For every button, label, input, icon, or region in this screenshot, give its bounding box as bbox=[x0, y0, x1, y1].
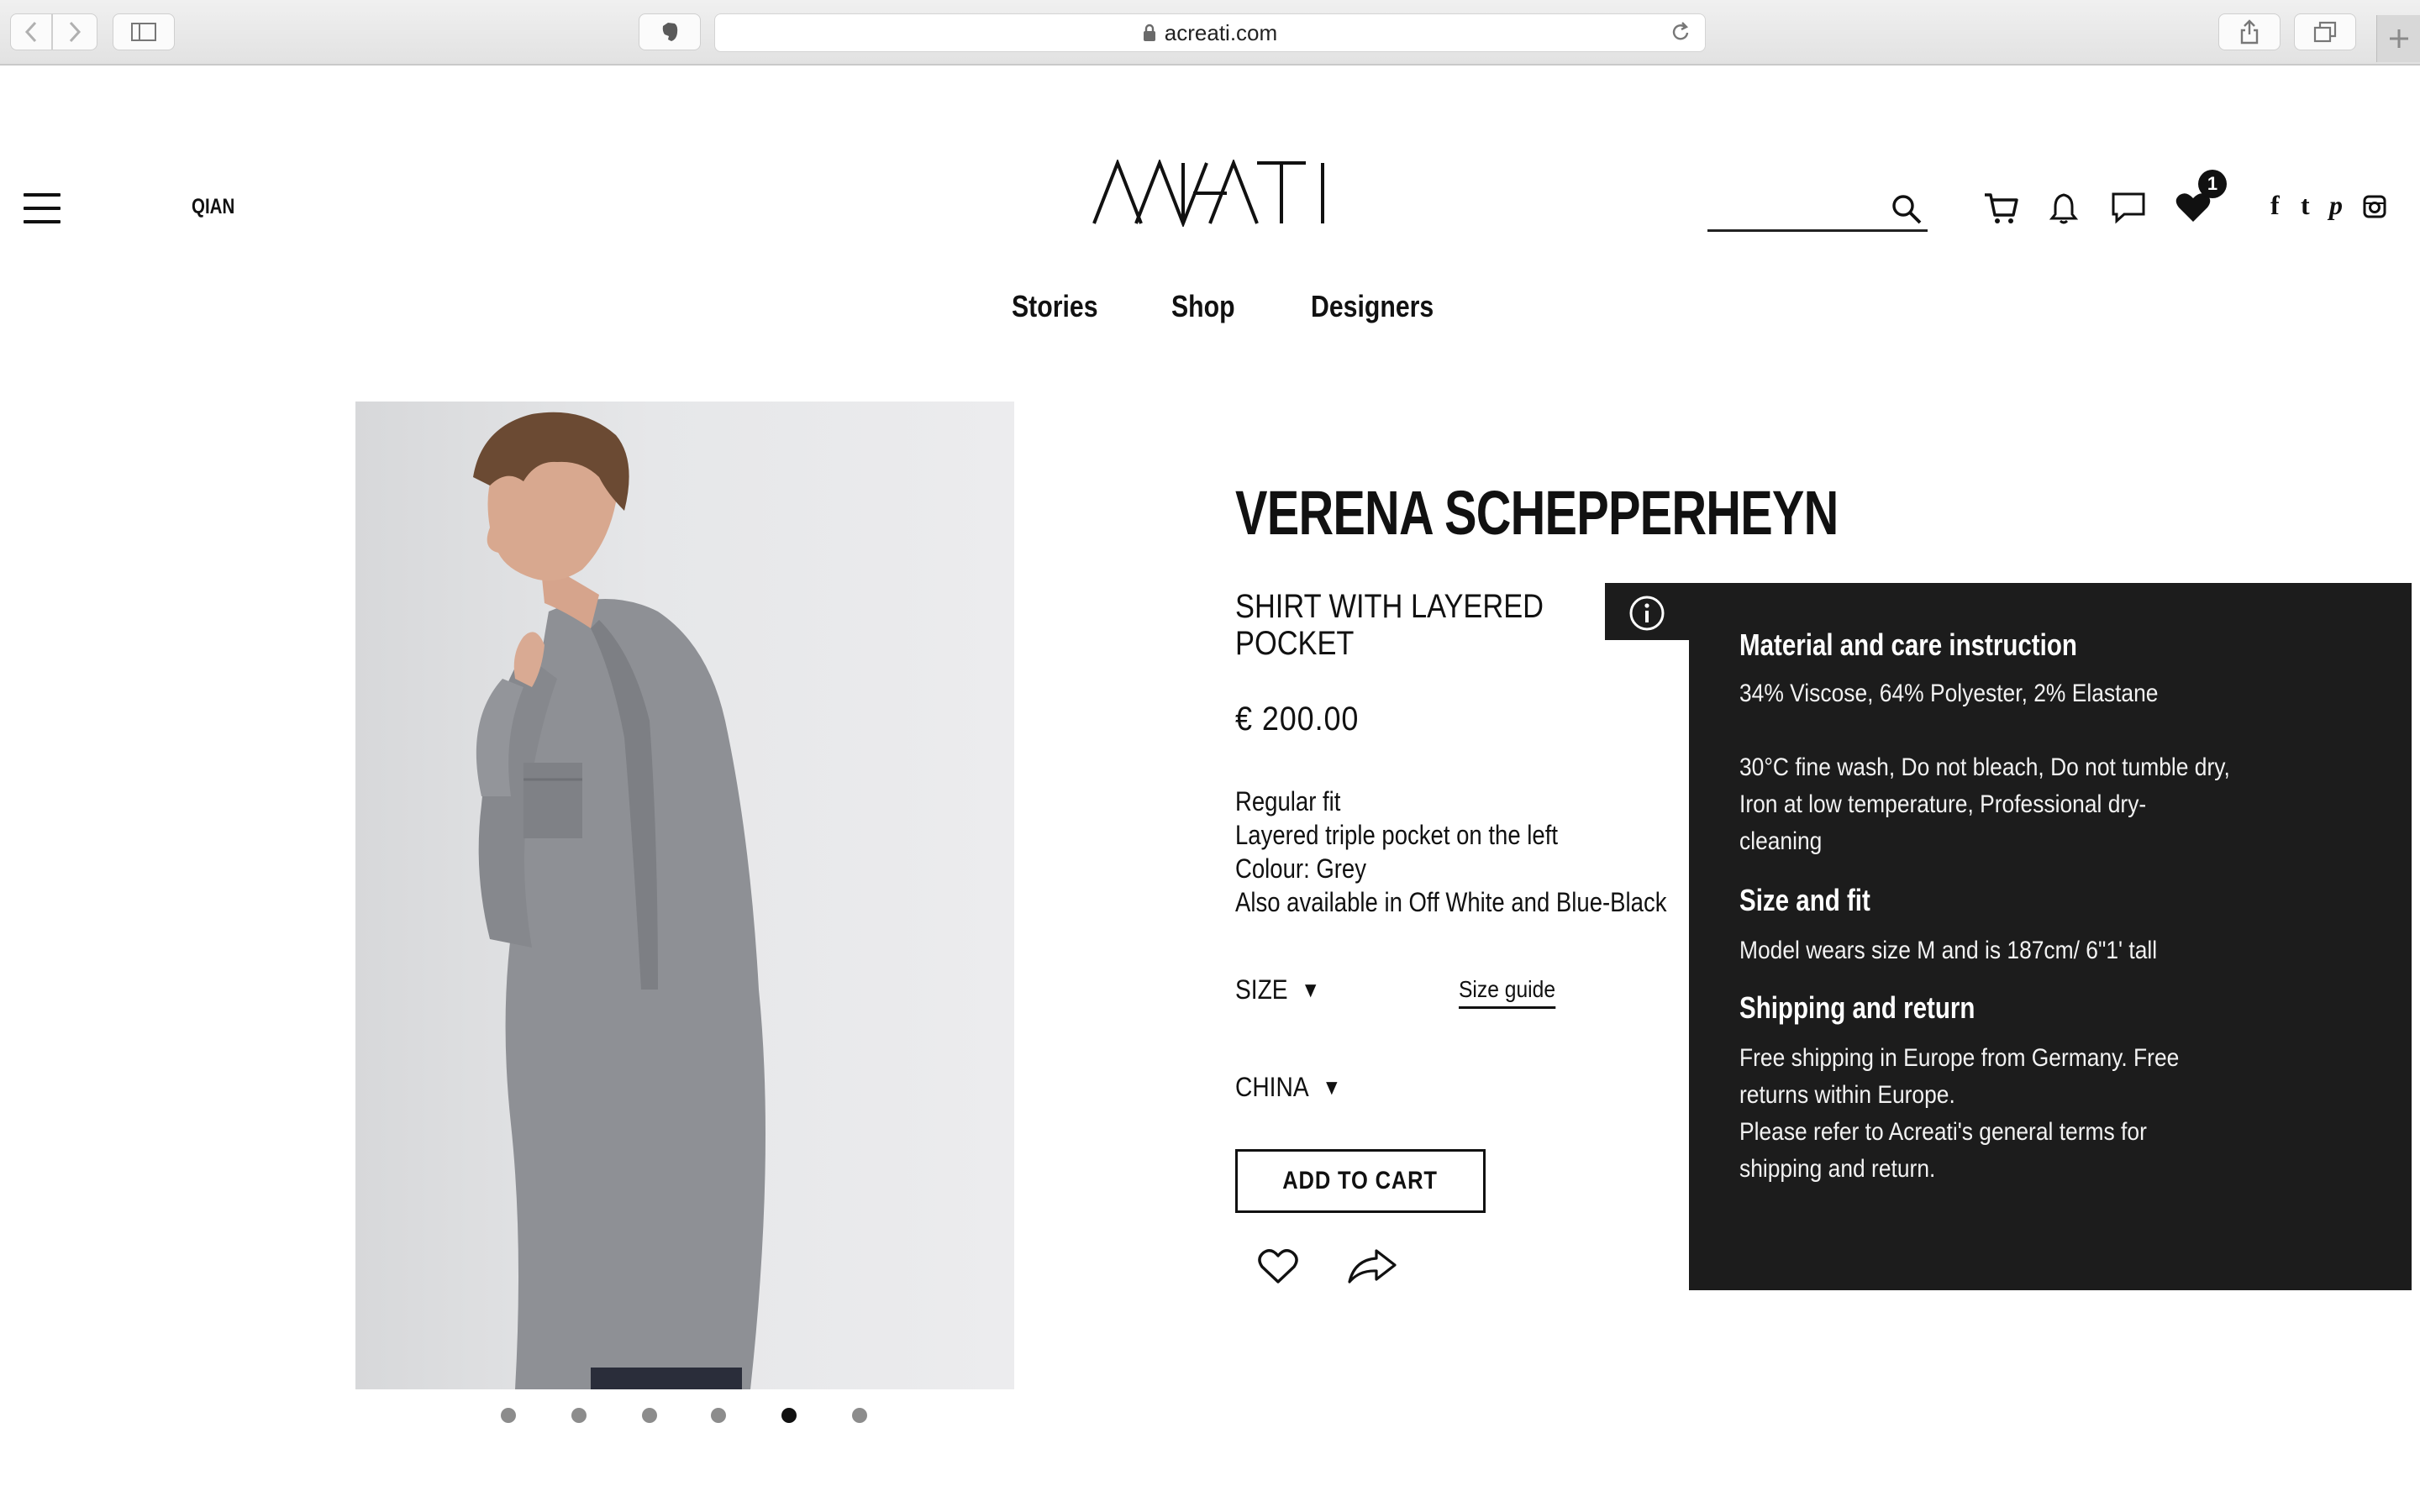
bell-icon[interactable] bbox=[2049, 192, 2079, 225]
material-care-heading: Material and care instruction bbox=[1739, 627, 2077, 662]
cart-icon[interactable] bbox=[1983, 192, 2020, 225]
tumblr-icon[interactable]: t bbox=[2301, 190, 2310, 221]
care-line: Iron at low temperature, Professional dr… bbox=[1739, 790, 2147, 818]
search-icon[interactable] bbox=[1891, 193, 1923, 225]
product-price: € 200.00 bbox=[1235, 701, 1360, 738]
chevron-left-icon bbox=[24, 21, 37, 43]
share-icon bbox=[2240, 19, 2259, 45]
info-icon bbox=[1629, 596, 1665, 631]
hamburger-line bbox=[24, 207, 60, 210]
add-to-cart-label: ADD TO CART bbox=[1282, 1167, 1439, 1194]
facebook-icon[interactable]: f bbox=[2270, 190, 2280, 221]
sidebar-icon bbox=[131, 23, 156, 41]
tabs-icon bbox=[2313, 21, 2337, 43]
search-input[interactable] bbox=[1707, 192, 1884, 225]
user-name-link[interactable]: QIAN bbox=[192, 195, 234, 219]
shipping-line: Please refer to Acreati's general terms … bbox=[1739, 1118, 2147, 1146]
lock-icon bbox=[1143, 24, 1155, 41]
shipping-line: Free shipping in Europe from Germany. Fr… bbox=[1739, 1044, 2180, 1072]
product-description: Regular fit Layered triple pocket on the… bbox=[1235, 785, 1667, 919]
search-box[interactable] bbox=[1707, 186, 1928, 232]
url-text: acreati.com bbox=[1164, 19, 1278, 45]
info-toggle-tab[interactable] bbox=[1605, 583, 1689, 640]
care-line: 30°C fine wash, Do not bleach, Do not tu… bbox=[1739, 753, 2230, 781]
add-to-cart-button[interactable]: ADD TO CART bbox=[1235, 1149, 1486, 1213]
gallery-dot[interactable] bbox=[501, 1408, 516, 1423]
hamburger-line bbox=[24, 193, 60, 197]
plus-icon bbox=[2389, 29, 2408, 48]
size-fit-line: Model wears size M and is 187cm/ 6"1' ta… bbox=[1739, 937, 2158, 964]
gallery-dot[interactable] bbox=[571, 1408, 587, 1423]
caret-down-icon: ▼ bbox=[1322, 1074, 1342, 1100]
back-button[interactable] bbox=[10, 13, 52, 50]
country-label: CHINA bbox=[1235, 1072, 1309, 1102]
extension-button[interactable] bbox=[639, 13, 701, 50]
gallery-dot[interactable] bbox=[642, 1408, 657, 1423]
gallery-dot-active[interactable] bbox=[781, 1408, 797, 1423]
nav-stories[interactable]: Stories bbox=[1012, 289, 1098, 324]
size-guide-link[interactable]: Size guide bbox=[1459, 976, 1556, 1009]
nav-designers[interactable]: Designers bbox=[1311, 289, 1434, 324]
size-dropdown[interactable]: SIZE ▼ bbox=[1235, 974, 1320, 1005]
product-title: SHIRT WITH LAYERED POCKET bbox=[1235, 588, 1544, 662]
heart-outline-icon[interactable] bbox=[1257, 1248, 1299, 1285]
country-dropdown[interactable]: CHINA ▼ bbox=[1235, 1072, 1341, 1103]
description-line: Layered triple pocket on the left bbox=[1235, 820, 1558, 850]
sidebar-toggle-button[interactable] bbox=[113, 13, 175, 50]
acreati-logo[interactable] bbox=[1092, 160, 1328, 227]
shipping-line: shipping and return. bbox=[1739, 1155, 1936, 1183]
wishlist-count-badge: 1 bbox=[2198, 170, 2227, 198]
instagram-icon[interactable] bbox=[2363, 195, 2386, 218]
designer-name[interactable]: VERENA SCHEPPERHEYN bbox=[1235, 477, 1839, 549]
evernote-icon bbox=[662, 23, 678, 41]
description-line: Regular fit bbox=[1235, 786, 1341, 816]
reload-icon[interactable] bbox=[1670, 21, 1691, 45]
tabs-overview-button[interactable] bbox=[2294, 13, 2356, 50]
share-arrow-icon[interactable] bbox=[1346, 1248, 1398, 1285]
shipping-return-heading: Shipping and return bbox=[1739, 990, 1975, 1025]
size-label: SIZE bbox=[1235, 974, 1288, 1005]
address-bar[interactable]: acreati.com bbox=[714, 13, 1706, 52]
description-line: Also available in Off White and Blue-Bla… bbox=[1235, 887, 1667, 917]
forward-button[interactable] bbox=[52, 13, 97, 50]
nav-shop[interactable]: Shop bbox=[1171, 289, 1235, 324]
gallery-dot[interactable] bbox=[852, 1408, 867, 1423]
browser-toolbar: acreati.com bbox=[0, 0, 2420, 66]
chevron-right-icon bbox=[69, 21, 82, 43]
menu-button[interactable] bbox=[24, 193, 60, 223]
product-image[interactable] bbox=[355, 402, 1014, 1389]
material-line: 34% Viscose, 64% Polyester, 2% Elastane bbox=[1739, 680, 2159, 707]
size-fit-heading: Size and fit bbox=[1739, 883, 1870, 917]
chat-icon[interactable] bbox=[2111, 192, 2146, 225]
gallery-dot[interactable] bbox=[711, 1408, 726, 1423]
product-info-panel: Material and care instruction 34% Viscos… bbox=[1689, 583, 2412, 1290]
model-photo bbox=[473, 412, 765, 1389]
description-line: Colour: Grey bbox=[1235, 853, 1366, 884]
caret-down-icon: ▼ bbox=[1301, 977, 1321, 1002]
care-line: cleaning bbox=[1739, 827, 1823, 855]
new-tab-button[interactable] bbox=[2376, 15, 2420, 62]
share-button[interactable] bbox=[2218, 13, 2281, 50]
hamburger-line bbox=[24, 220, 60, 223]
shipping-line: returns within Europe. bbox=[1739, 1081, 1955, 1109]
pinterest-icon[interactable]: p bbox=[2329, 190, 2343, 221]
